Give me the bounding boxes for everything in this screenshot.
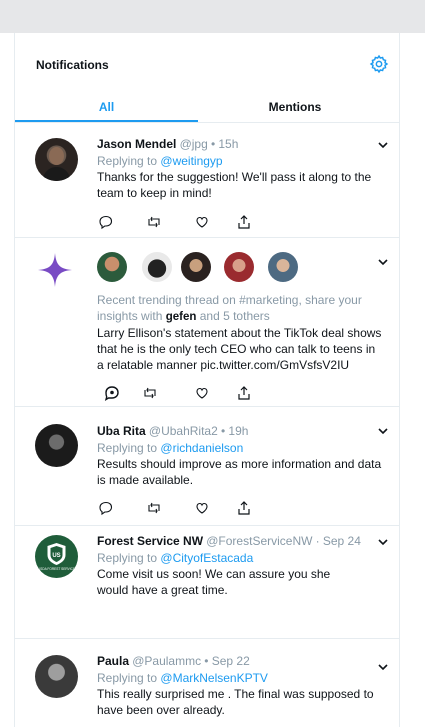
notification-item[interactable]: Paula @Paulammc • Sep 22 Replying to @Ma…: [15, 639, 399, 727]
avatar[interactable]: [35, 138, 78, 181]
tab-mentions[interactable]: Mentions: [215, 93, 375, 121]
replying-to-link[interactable]: @CityofEstacada: [160, 551, 253, 565]
replying-to-link[interactable]: @MarkNelsenKPTV: [160, 671, 268, 685]
replying-to-label: Replying to: [97, 551, 158, 565]
chevron-down-icon[interactable]: [377, 139, 389, 151]
page-title: Notifications: [36, 58, 109, 72]
notification-item[interactable]: Uba Rita @UbahRita2 • 19h Replying to @r…: [15, 407, 399, 526]
tweet-text: Larry Ellison's statement about the TikT…: [97, 326, 382, 372]
replying-to-link[interactable]: @weitingyp: [160, 154, 222, 168]
author-name[interactable]: Paula: [97, 654, 129, 668]
timestamp: Sep 22: [211, 654, 250, 668]
avatar[interactable]: [142, 252, 172, 282]
author-name[interactable]: Jason Mendel: [97, 137, 176, 151]
tweet-actions: [97, 384, 257, 402]
avatar[interactable]: [268, 252, 298, 282]
reply-icon[interactable]: [97, 499, 115, 517]
chevron-down-icon[interactable]: [377, 256, 389, 268]
notification-content: Uba Rita @UbahRita2 • 19h Replying to @r…: [97, 423, 385, 488]
avatar[interactable]: US USDA FOREST SERVICE: [35, 535, 78, 578]
browser-top-bar: [0, 0, 425, 33]
author-handle: @ForestServiceNW: [206, 534, 313, 548]
reply-icon[interactable]: [97, 213, 115, 231]
sparkle-icon: [38, 253, 72, 287]
replying-to-link[interactable]: @richdanielson: [160, 441, 243, 455]
chevron-down-icon[interactable]: [377, 661, 389, 673]
tweet-actions: [97, 213, 257, 231]
chevron-down-icon[interactable]: [377, 425, 389, 437]
author-handle: @Paulammc: [132, 654, 202, 668]
timestamp: 19h: [228, 424, 249, 438]
avatar-row: [97, 252, 317, 282]
tweet-text: Come visit us soon! We can assure you sh…: [97, 567, 331, 597]
tweet-text: Thanks for the suggestion! We'll pass it…: [97, 170, 372, 200]
notification-item[interactable]: Jason Mendel @jpg • 15h Replying to @wei…: [15, 123, 399, 238]
separator-dot: •: [210, 137, 216, 151]
share-icon[interactable]: [235, 213, 253, 231]
retweet-icon[interactable]: [141, 384, 159, 402]
author-handle: @UbahRita2: [148, 424, 218, 438]
avatar[interactable]: [97, 252, 127, 282]
notification-item[interactable]: US USDA FOREST SERVICE Forest Service NW…: [15, 526, 399, 639]
like-icon[interactable]: [193, 499, 211, 517]
avatar[interactable]: [35, 424, 78, 467]
replying-to-label: Replying to: [97, 671, 158, 685]
share-icon[interactable]: [235, 384, 253, 402]
separator-dot: •: [220, 424, 226, 438]
replying-to-label: Replying to: [97, 154, 158, 168]
like-icon[interactable]: [193, 213, 211, 231]
tweet-actions: [97, 499, 257, 517]
avatar[interactable]: [181, 252, 211, 282]
notification-item[interactable]: Recent trending thread on #marketing, sh…: [15, 238, 399, 407]
avatar[interactable]: [224, 252, 254, 282]
settings-gear-icon[interactable]: [369, 54, 389, 74]
summary-user[interactable]: gefen: [166, 311, 197, 323]
retweet-icon[interactable]: [145, 213, 163, 231]
author-handle: @jpg: [179, 137, 208, 151]
like-icon[interactable]: [193, 384, 211, 402]
notification-content: Paula @Paulammc • Sep 22 Replying to @Ma…: [97, 653, 385, 718]
notifications-header: Notifications: [15, 33, 399, 93]
timestamp: 15h: [218, 137, 239, 151]
separator-dot: ·: [315, 534, 320, 548]
spaces-icon[interactable]: [103, 384, 121, 402]
notifications-panel: Notifications All Mentions Jason Mendel …: [14, 33, 400, 727]
share-icon[interactable]: [235, 499, 253, 517]
retweet-icon[interactable]: [145, 499, 163, 517]
author-name[interactable]: Forest Service NW: [97, 534, 203, 548]
replying-to-label: Replying to: [97, 441, 158, 455]
notification-content: Forest Service NW @ForestServiceNW · Sep…: [97, 533, 385, 598]
tweet-text: Results should improve as more informati…: [97, 457, 382, 487]
svg-text:US: US: [52, 553, 60, 559]
notification-content: Jason Mendel @jpg • 15h Replying to @wei…: [97, 136, 385, 201]
tab-all[interactable]: All: [15, 93, 198, 122]
svg-text:USDA FOREST SERVICE: USDA FOREST SERVICE: [38, 567, 75, 571]
chevron-down-icon[interactable]: [377, 536, 389, 548]
tweet-text: This really surprised me . The final was…: [97, 687, 374, 717]
forest-service-logo: US USDA FOREST SERVICE: [38, 543, 75, 571]
timestamp: Sep 24: [322, 534, 361, 548]
avatar[interactable]: [35, 655, 78, 698]
summary-rest: and 5 tothers: [199, 309, 270, 323]
separator-dot: •: [204, 654, 209, 668]
author-name[interactable]: Uba Rita: [97, 424, 146, 438]
notification-tabs: All Mentions: [15, 93, 399, 123]
notification-content: Recent trending thread on #marketing, sh…: [97, 292, 385, 373]
